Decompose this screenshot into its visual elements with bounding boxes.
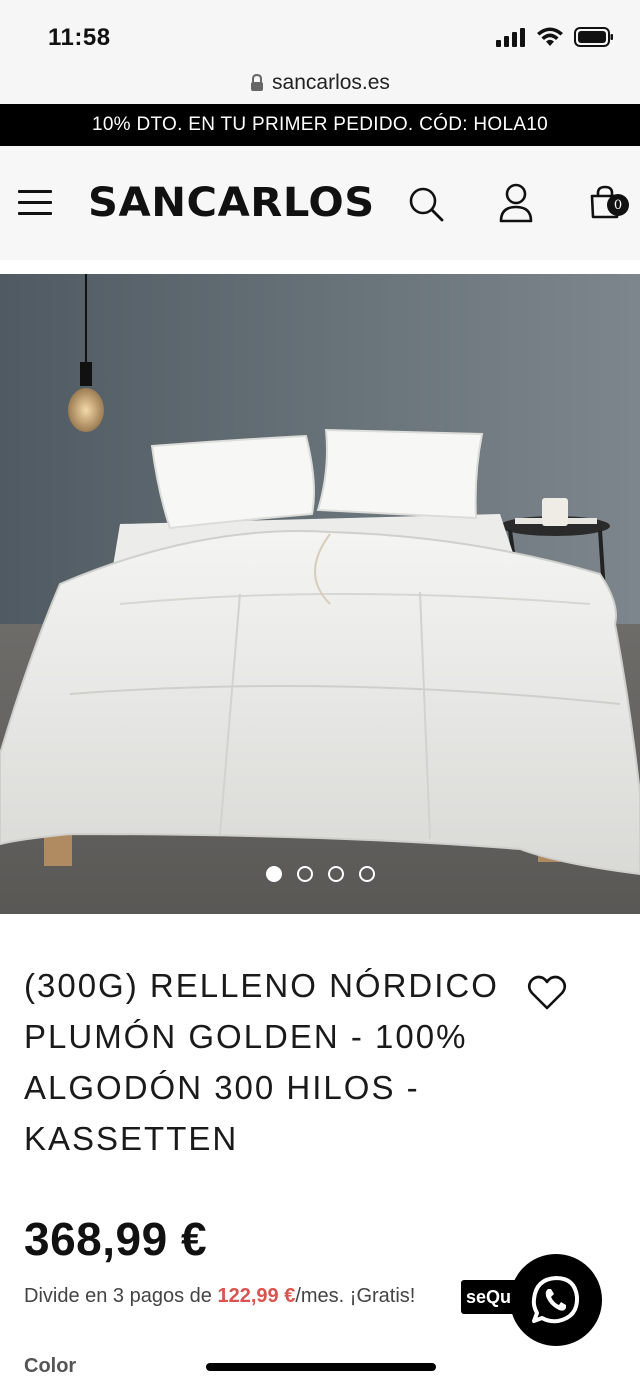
product-price: 368,99 € bbox=[24, 1213, 208, 1265]
wifi-icon bbox=[537, 27, 563, 46]
cart-count-badge: 0 bbox=[607, 194, 629, 216]
whatsapp-button[interactable] bbox=[510, 1254, 602, 1346]
whatsapp-icon bbox=[531, 1276, 580, 1324]
menu-icon[interactable] bbox=[18, 190, 52, 216]
status-time: 11:58 bbox=[48, 24, 111, 51]
color-label: Color bbox=[24, 1355, 77, 1377]
site-logo[interactable]: SANCARLOS bbox=[88, 180, 375, 226]
gallery-dot-3[interactable] bbox=[327, 866, 344, 882]
installments-suffix: /mes. ¡Gratis! bbox=[295, 1285, 416, 1307]
site-header: SANCARLOS 0 bbox=[0, 146, 640, 260]
installments-amount: 122,99 € bbox=[217, 1285, 296, 1307]
status-bar: 11:58 bbox=[0, 0, 640, 62]
status-icons bbox=[496, 26, 614, 48]
gallery-pagination bbox=[0, 866, 640, 882]
product-title: (300G) RELLENO NÓRDICO PLUMÓN GOLDEN - 1… bbox=[24, 967, 499, 1157]
cart-icon[interactable]: 0 bbox=[588, 184, 630, 226]
browser-url-bar[interactable]: sancarlos.es bbox=[0, 62, 640, 104]
battery-icon bbox=[574, 27, 613, 47]
heart-icon[interactable] bbox=[526, 972, 568, 1014]
user-icon[interactable] bbox=[496, 182, 536, 224]
sequra-badge[interactable]: seQura bbox=[461, 1280, 517, 1314]
url-text: sancarlos.es bbox=[272, 71, 390, 94]
gallery-dot-4[interactable] bbox=[358, 866, 375, 882]
installments-prefix: Divide en 3 pagos de bbox=[24, 1285, 218, 1307]
gallery-dot-1[interactable] bbox=[265, 866, 282, 882]
installments-info: Divide en 3 pagos de 122,99 €/mes. ¡Grat… bbox=[24, 1285, 415, 1308]
home-indicator bbox=[206, 1363, 436, 1371]
promo-banner[interactable]: 10% DTO. EN TU PRIMER PEDIDO. CÓD: HOLA1… bbox=[0, 104, 640, 146]
search-icon[interactable] bbox=[406, 184, 446, 224]
signal-icon bbox=[496, 28, 525, 47]
product-image-gallery[interactable] bbox=[0, 274, 640, 914]
gallery-dot-2[interactable] bbox=[296, 866, 313, 882]
lock-icon bbox=[251, 74, 264, 91]
product-image bbox=[0, 274, 640, 914]
